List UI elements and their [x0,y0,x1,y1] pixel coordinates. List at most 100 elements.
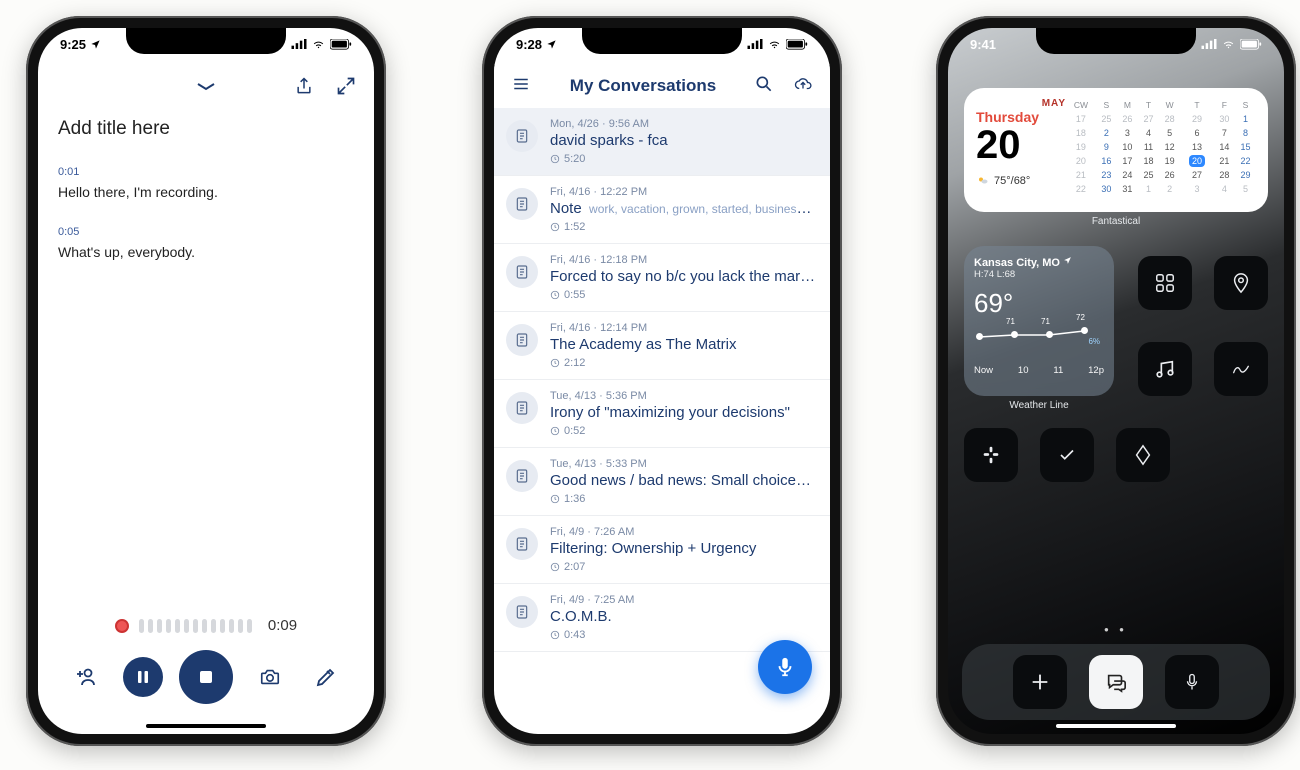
item-title: C.O.M.B. [550,608,816,625]
status-time: 9:41 [970,37,996,52]
cloud-upload-button[interactable] [792,75,814,98]
list-item[interactable]: Fri, 4/9 · 7:26 AMFiltering: Ownership +… [494,516,830,584]
note-icon [506,188,538,220]
item-duration: 5:20 [550,153,816,165]
cellular-icon [747,39,763,49]
item-title: The Academy as The Matrix [550,336,816,353]
calendar-day: 20 [976,125,1066,165]
weather-hours: Now 10 11 12p [974,365,1104,376]
list-item[interactable]: Mon, 4/26 · 9:56 AM david sparks - fca 5:2… [494,108,830,176]
item-date: Fri, 4/16 · 12:14 PM [550,322,816,334]
page-dots[interactable]: ● ● [948,625,1284,634]
cellular-icon [1201,39,1217,49]
list-header: My Conversations [494,64,830,108]
stop-button[interactable] [179,650,233,704]
camera-button[interactable] [250,657,290,697]
item-duration: 2:12 [550,357,816,369]
screen[interactable]: 9:41 MAY Thursday 20 75°/68° [948,28,1284,734]
item-title: david sparks - fca [550,132,816,149]
item-date: Tue, 4/13 · 5:36 PM [550,390,816,402]
waveform [139,619,252,633]
sun-cloud-icon [976,175,990,187]
clock-icon [550,562,560,572]
segment-timestamp: 0:01 [58,166,354,178]
segment-text: Hello there, I'm recording. [58,184,354,200]
app-icon-slack[interactable] [964,428,1018,482]
dock-app-chat[interactable] [1089,655,1143,709]
clock-icon [550,494,560,504]
transcript-segment: 0:01 Hello there, I'm recording. [58,166,354,200]
note-icon [506,596,538,628]
record-fab[interactable] [758,640,812,694]
waveform-row: 0:09 [38,617,374,634]
highlight-button[interactable] [306,657,346,697]
note-icon [506,120,538,152]
status-time: 9:25 [60,37,86,52]
clock-icon [550,290,560,300]
clock-icon [550,358,560,368]
home-indicator[interactable] [1056,724,1176,728]
weather-sparkline: 71 71 72 6% [974,323,1104,347]
widget-label: Fantastical [948,216,1284,227]
item-duration: 1:52 [550,221,816,233]
menu-button[interactable] [510,75,532,98]
expand-button[interactable] [336,76,356,101]
search-button[interactable] [754,74,774,99]
location-arrow-icon [1063,256,1072,265]
list-item[interactable]: Tue, 4/13 · 5:36 PMIrony of "maximizing … [494,380,830,448]
list-item[interactable]: Fri, 4/16 · 12:22 PMNote work, vacation,… [494,176,830,244]
cellular-icon [291,39,307,49]
title-input[interactable]: Add title here [58,118,354,140]
page-title: My Conversations [570,76,716,96]
item-title: Filtering: Ownership + Urgency [550,540,816,557]
item-date: Tue, 4/13 · 5:33 PM [550,458,816,470]
phone-conversations: 9:28 My Conversations [482,16,842,746]
elapsed-time: 0:09 [268,617,297,634]
note-icon [506,392,538,424]
item-tags: work, vacation, grown, started, business… [586,202,816,216]
recording-indicator-icon [115,619,129,633]
pause-button[interactable] [123,657,163,697]
item-title: Good news / bad news: Small choices d… [550,472,816,489]
dock-app-add[interactable] [1013,655,1067,709]
weather-widget[interactable]: Kansas City, MO H:74 L:68 69° 71 71 72 [964,246,1114,396]
add-person-button[interactable] [66,657,106,697]
screen: 9:25 Add titl [38,28,374,734]
note-icon [506,460,538,492]
transcript-segment: 0:05 What's up, everybody. [58,226,354,260]
calendar-widget[interactable]: MAY Thursday 20 75°/68° CWSMTWTFS1725262… [964,88,1268,212]
collapse-chevron-icon[interactable] [196,79,216,97]
list-item[interactable]: Fri, 4/16 · 12:14 PM The Academy as The M… [494,312,830,380]
app-icon-todo[interactable] [1040,428,1094,482]
clock-icon [550,630,560,640]
item-date: Fri, 4/9 · 7:25 AM [550,594,816,606]
calendar-grid: CWSMTWTFS1725262728293011823456781991011… [1066,98,1256,202]
calendar-month: MAY [1042,98,1066,109]
dock-app-voice[interactable] [1165,655,1219,709]
wifi-icon [1221,39,1236,50]
app-icon-music[interactable] [1138,342,1192,396]
app-icon-compass[interactable] [1116,428,1170,482]
calendar-weather: 75°/68° [976,175,1066,187]
item-duration: 1:36 [550,493,816,505]
status-bar: 9:28 [494,32,830,56]
wifi-icon [311,39,326,50]
battery-icon [330,39,352,50]
location-arrow-icon [546,39,557,50]
list-item[interactable]: Fri, 4/16 · 12:18 PMForced to say no b/c… [494,244,830,312]
weather-hi-lo: H:74 L:68 [974,269,1104,280]
segment-text: What's up, everybody. [58,244,354,260]
app-icon-notes[interactable] [1214,342,1268,396]
app-icon-shortcuts[interactable] [1138,256,1192,310]
list-item[interactable]: Tue, 4/13 · 5:33 PM Good news / bad news:… [494,448,830,516]
item-title: Forced to say no b/c you lack the margi… [550,268,816,285]
home-indicator[interactable] [146,724,266,728]
spark-value: 71 [1006,317,1015,326]
clock-icon [550,154,560,164]
app-icon-maps[interactable] [1214,256,1268,310]
item-title: Note work, vacation, grown, started, bus… [550,200,816,217]
item-date: Mon, 4/26 · 9:56 AM [550,118,816,130]
share-button[interactable] [294,75,314,102]
item-duration: 0:52 [550,425,816,437]
spark-value: 71 [1041,317,1050,326]
